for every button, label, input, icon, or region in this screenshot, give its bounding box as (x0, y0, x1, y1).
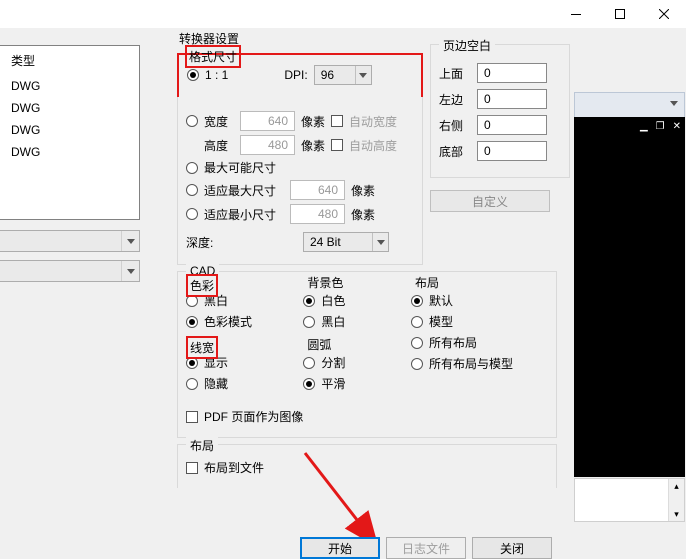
depth-value: 24 Bit (310, 235, 341, 249)
list-item[interactable]: DWG (0, 75, 139, 97)
layout-model-radio[interactable] (411, 316, 423, 328)
margin-top-input[interactable]: 0 (477, 63, 547, 83)
layout-to-file-label: 布局到文件 (204, 459, 264, 476)
left-combo-2[interactable] (0, 260, 140, 282)
close-button[interactable] (642, 0, 686, 28)
bgcolor-legend: 背景色 (303, 274, 347, 291)
max-possible-radio[interactable] (186, 162, 198, 174)
auto-width-checkbox[interactable] (331, 115, 343, 127)
layout-all-model-radio[interactable] (411, 358, 423, 370)
log-file-button[interactable]: 日志文件 (386, 537, 466, 559)
background-dark-panel: ▁ ❐ ✕ (574, 117, 685, 477)
margin-right-label: 右侧 (439, 117, 469, 134)
fit-min-input[interactable]: 480 (290, 204, 345, 224)
color-mode-radio[interactable] (186, 316, 198, 328)
max-possible-label: 最大可能尺寸 (204, 159, 276, 176)
dpi-select[interactable]: 96 (314, 65, 372, 85)
layout-all-label: 所有布局 (429, 334, 477, 351)
margins-legend: 页边空白 (439, 37, 495, 54)
layout-model-label: 模型 (429, 313, 453, 330)
margin-bottom-label: 底部 (439, 143, 469, 160)
format-size-legend: 格式尺寸 (185, 45, 241, 68)
bg-restore-icon[interactable]: ❐ (656, 121, 665, 132)
height-px-label: 像素 (301, 137, 325, 154)
left-combo-1[interactable] (0, 230, 140, 252)
dpi-value: 96 (321, 68, 334, 82)
list-item[interactable]: DWG (0, 141, 139, 163)
chevron-down-icon (121, 231, 139, 251)
bg-minimize-icon[interactable]: ▁ (640, 121, 648, 132)
arc-split-radio[interactable] (303, 357, 315, 369)
layout-legend: 布局 (411, 274, 443, 291)
layout-all-model-label: 所有布局与模型 (429, 355, 513, 372)
pdf-as-image-checkbox[interactable] (186, 411, 198, 423)
color-mode-label: 色彩模式 (204, 313, 252, 330)
height-input[interactable]: 480 (240, 135, 295, 155)
layout-default-radio[interactable] (411, 295, 423, 307)
minimize-button[interactable] (554, 0, 598, 28)
margin-top-label: 上面 (439, 65, 469, 82)
scroll-down-icon[interactable]: ▾ (669, 507, 684, 521)
fit-max-label: 适应最大尺寸 (204, 182, 284, 199)
bg-black-label: 黑白 (321, 313, 345, 330)
width-radio[interactable] (186, 115, 198, 127)
arc-smooth-radio[interactable] (303, 378, 315, 390)
margin-left-label: 左边 (439, 91, 469, 108)
lw-hide-radio[interactable] (186, 378, 198, 390)
linewidth-legend: 线宽 (186, 336, 218, 359)
chevron-down-icon (121, 261, 139, 281)
bg-white-label: 白色 (321, 292, 345, 309)
pdf-as-image-label: PDF 页面作为图像 (204, 408, 303, 425)
width-px-label: 像素 (301, 113, 325, 130)
fit-max-px-label: 像素 (351, 182, 375, 199)
bg-close-icon[interactable]: ✕ (673, 121, 681, 132)
file-type-header: 类型 (0, 46, 139, 75)
dpi-label: DPI: (284, 68, 307, 82)
arc-legend: 圆弧 (303, 336, 335, 353)
background-light-panel: ▴ ▾ (574, 478, 685, 522)
fit-min-px-label: 像素 (351, 206, 375, 223)
ratio-1-1-radio[interactable] (187, 69, 199, 81)
margin-right-input[interactable]: 0 (477, 115, 547, 135)
height-label: 高度 (204, 137, 234, 154)
window-titlebar (0, 0, 686, 28)
auto-width-label: 自动宽度 (349, 113, 397, 130)
fit-max-radio[interactable] (186, 184, 198, 196)
layout-default-label: 默认 (429, 292, 453, 309)
fit-min-label: 适应最小尺寸 (204, 206, 284, 223)
ratio-1-1-label: 1 : 1 (205, 68, 228, 82)
scrollbar[interactable]: ▴ ▾ (668, 479, 684, 521)
layout-to-file-checkbox[interactable] (186, 462, 198, 474)
start-button[interactable]: 开始 (300, 537, 380, 559)
color-legend: 色彩 (186, 274, 218, 297)
layout-file-legend: 布局 (186, 437, 218, 454)
arc-split-label: 分割 (321, 354, 345, 371)
depth-select[interactable]: 24 Bit (303, 232, 389, 252)
width-label: 宽度 (204, 113, 234, 130)
chevron-down-icon (372, 233, 388, 251)
depth-label: 深度: (186, 234, 236, 251)
file-type-list: 类型 DWG DWG DWG DWG (0, 45, 140, 220)
auto-height-checkbox[interactable] (331, 139, 343, 151)
arc-smooth-label: 平滑 (321, 375, 345, 392)
margin-bottom-input[interactable]: 0 (477, 141, 547, 161)
fit-min-radio[interactable] (186, 208, 198, 220)
list-item[interactable]: DWG (0, 119, 139, 141)
bg-black-radio[interactable] (303, 316, 315, 328)
lw-hide-label: 隐藏 (204, 375, 228, 392)
layout-all-radio[interactable] (411, 337, 423, 349)
scroll-up-icon[interactable]: ▴ (669, 479, 684, 493)
width-input[interactable]: 640 (240, 111, 295, 131)
chevron-down-icon[interactable] (670, 95, 678, 109)
fit-max-input[interactable]: 640 (290, 180, 345, 200)
maximize-button[interactable] (598, 0, 642, 28)
close-dialog-button[interactable]: 关闭 (472, 537, 552, 559)
margin-left-input[interactable]: 0 (477, 89, 547, 109)
bg-white-radio[interactable] (303, 295, 315, 307)
custom-button[interactable]: 自定义 (430, 190, 550, 212)
list-item[interactable]: DWG (0, 97, 139, 119)
auto-height-label: 自动高度 (349, 137, 397, 154)
chevron-down-icon (355, 66, 371, 84)
